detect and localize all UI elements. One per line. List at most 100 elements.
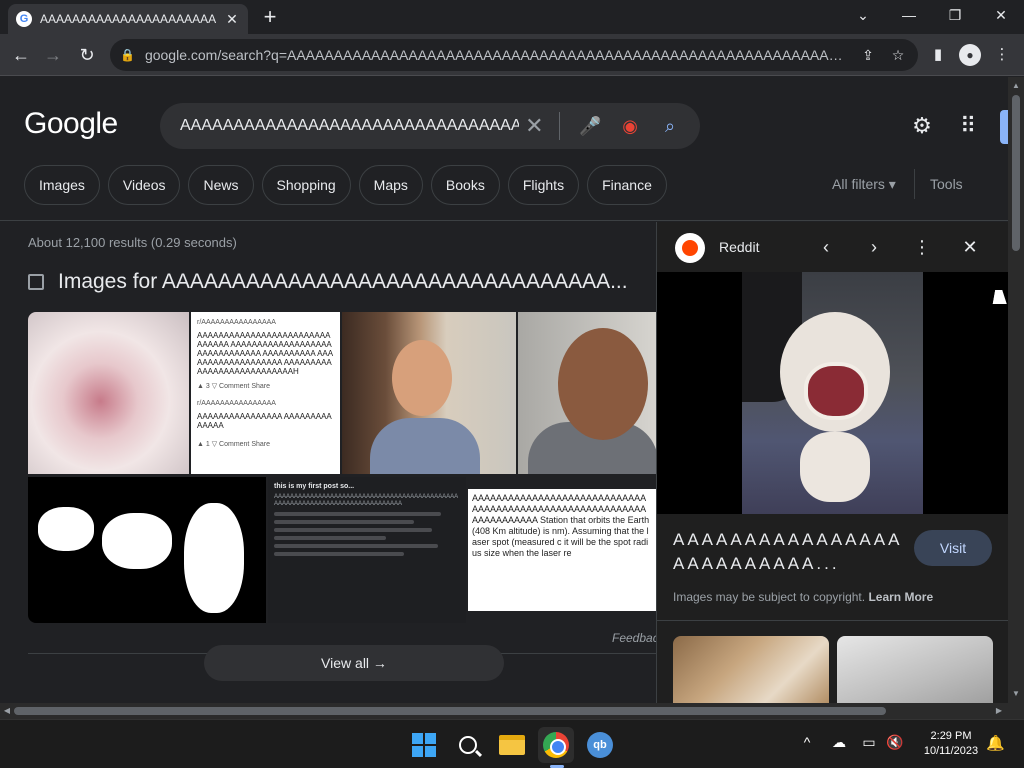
copyright-notice: Images may be subject to copyright. Lear… [673,590,933,604]
mouse-cursor [992,290,1008,304]
results-count: About 12,100 results (0.29 seconds) [28,235,237,250]
tab-title: AAAAAAAAAAAAAAAAAAAAAAA/ [40,12,216,26]
search-results-page: Google ✕ 🎤 ◉ ⌕ ⚙ ⠿ Images Videos News Sh… [0,77,1008,703]
horizontal-scrollbar[interactable]: ◀ ▶ [0,703,1008,719]
preview-title[interactable]: AAAAAAAAAAAAAAAAAAAAAAAAAA... [673,528,903,576]
volume-muted-icon[interactable]: 🔇 [884,734,906,751]
visit-button[interactable]: Visit [914,530,992,566]
new-tab-button[interactable]: + [258,6,282,30]
learn-more-link[interactable]: Learn More [868,590,933,604]
start-button[interactable] [406,727,442,763]
images-heading-text[interactable]: Images for AAAAAAAAAAAAAAAAAAAAAAAAAAAAA… [58,270,628,294]
chip-maps[interactable]: Maps [358,165,423,205]
search-filter-chips: Images Videos News Shopping Maps Books F… [24,165,667,205]
chip-finance[interactable]: Finance [587,165,667,205]
scroll-left-icon[interactable]: ◀ [0,703,14,719]
lock-icon[interactable]: 🔒 [120,48,135,62]
taskbar-search-button[interactable] [450,727,486,763]
notification-bell-icon[interactable]: 🔔 [986,734,1005,752]
bookmark-star-icon[interactable]: ☆ [888,47,908,64]
photo-shirt [370,418,480,474]
scroll-down-icon[interactable]: ▼ [1008,687,1024,701]
preview-image-screaming-cat[interactable] [657,272,1008,514]
images-section-heading[interactable]: Images for AAAAAAAAAAAAAAAAAAAAAAAAAAAAA… [28,270,628,294]
related-image-cat[interactable] [673,636,829,703]
restore-button[interactable]: ❐ [932,4,978,28]
image-result-forum-post[interactable]: this is my first post so... AAAAAAAAAAAA… [268,477,466,623]
google-favicon-icon: G [16,11,32,27]
scrollbar-corner [1008,703,1024,719]
vertical-scroll-thumb[interactable] [1012,95,1020,251]
image-result-rat[interactable] [28,312,189,474]
search-icon [459,736,477,754]
chip-images[interactable]: Images [24,165,100,205]
window-close-button[interactable]: ✕ [978,4,1024,28]
onedrive-cloud-icon[interactable]: ☁ [828,734,850,751]
back-button[interactable]: ← [8,42,34,68]
preview-panel-header: Reddit ‹ › ⋮ ✕ [657,222,1008,272]
search-input[interactable] [180,117,520,135]
previous-image-icon[interactable]: ‹ [813,234,839,260]
reload-button[interactable]: ↻ [74,42,100,68]
vertical-scrollbar[interactable]: ▲ ▼ [1008,77,1024,703]
scroll-up-icon[interactable]: ▲ [1008,79,1024,93]
google-lens-icon[interactable]: ◉ [610,116,650,137]
forward-button[interactable]: → [40,42,66,68]
horizontal-scroll-thumb[interactable] [14,707,886,715]
show-hidden-icons-icon[interactable]: ^ [796,734,818,750]
reddit-subreddit-2: r/AAAAAAAAAAAAAAAA [197,400,276,407]
chrome-icon [543,732,569,758]
tab-close-icon[interactable]: ✕ [224,11,240,28]
image-result-man-looking-up[interactable] [518,312,656,474]
share-icon[interactable]: ⇪ [858,47,878,64]
image-result-cartoon-skeletons[interactable] [28,477,266,623]
browser-tab[interactable]: G AAAAAAAAAAAAAAAAAAAAAAA/ ✕ [8,4,248,34]
qbittorrent-taskbar-button[interactable]: qb [582,727,618,763]
profile-button[interactable]: ● [958,43,982,67]
tools-button[interactable]: Tools [930,176,963,192]
microphone-icon[interactable]: 🎤 [570,116,610,137]
reddit-post-text: AAAAAAAAAAAAAAAAAAAAAAAAAAAAAAA AAAAAAAA… [197,331,334,376]
chrome-menu-icon[interactable]: ⋮ [990,43,1014,67]
next-image-icon[interactable]: › [861,234,887,260]
network-icon[interactable]: ▭ [858,734,880,751]
scroll-right-icon[interactable]: ▶ [992,703,1006,719]
copyright-text: Images may be subject to copyright. [673,590,866,604]
windows-logo-icon [412,733,436,757]
view-all-button[interactable]: View all → [204,645,504,681]
more-options-icon[interactable]: ⋮ [909,234,935,260]
search-box[interactable]: ✕ 🎤 ◉ ⌕ [160,103,700,149]
close-preview-icon[interactable]: ✕ [957,234,983,260]
chip-videos[interactable]: Videos [107,165,181,205]
article-text: AAAAAAAAAAAAAAAAAAAAAAAAAAAAAAAAAAAAAAAA… [472,493,650,558]
image-result-boy-selfie[interactable] [342,312,516,474]
image-result-reddit-post[interactable]: r/AAAAAAAAAAAAAAAA AAAAAAAAAAAAAAAAAAAAA… [191,312,340,474]
clear-search-icon[interactable]: ✕ [519,113,549,139]
tab-search-icon[interactable]: ⌄ [840,4,886,28]
preview-source-name[interactable]: Reddit [719,239,759,255]
qbittorrent-icon: qb [587,732,613,758]
minimize-button[interactable]: — [886,4,932,28]
address-bar[interactable]: 🔒 google.com/search?q=AAAAAAAAAAAAAAAAAA… [110,39,918,71]
chrome-taskbar-button[interactable] [538,727,574,763]
related-image-2[interactable] [837,636,993,703]
google-apps-icon[interactable]: ⠿ [954,113,982,141]
browser-toolbar: ← → ↻ 🔒 google.com/search?q=AAAAAAAAAAAA… [0,34,1024,76]
gear-icon[interactable]: ⚙ [908,113,936,141]
side-panel-icon[interactable]: ▮ [926,43,950,67]
chip-books[interactable]: Books [430,165,500,205]
all-filters-button[interactable]: All filters ▾ [832,176,896,193]
chip-flights[interactable]: Flights [507,165,580,205]
windows-taskbar: qb ^ ☁ ▭ 🔇 2:29 PM 10/11/2023 🔔 [0,719,1024,768]
chip-shopping[interactable]: Shopping [261,165,351,205]
file-explorer-button[interactable] [494,727,530,763]
search-icon[interactable]: ⌕ [650,116,690,137]
image-result-article[interactable]: AAAAAAAAAAAAAAAAAAAAAAAAAAAAAAAAAAAAAAAA… [468,489,656,611]
url-text[interactable]: google.com/search?q=AAAAAAAAAAAAAAAAAAAA… [145,47,848,63]
account-avatar[interactable] [1000,110,1008,144]
taskbar-clock[interactable]: 2:29 PM 10/11/2023 [918,729,984,759]
clock-time: 2:29 PM [930,730,972,742]
google-logo[interactable]: Google [24,107,118,141]
cat-photo [742,272,923,514]
chip-news[interactable]: News [188,165,254,205]
